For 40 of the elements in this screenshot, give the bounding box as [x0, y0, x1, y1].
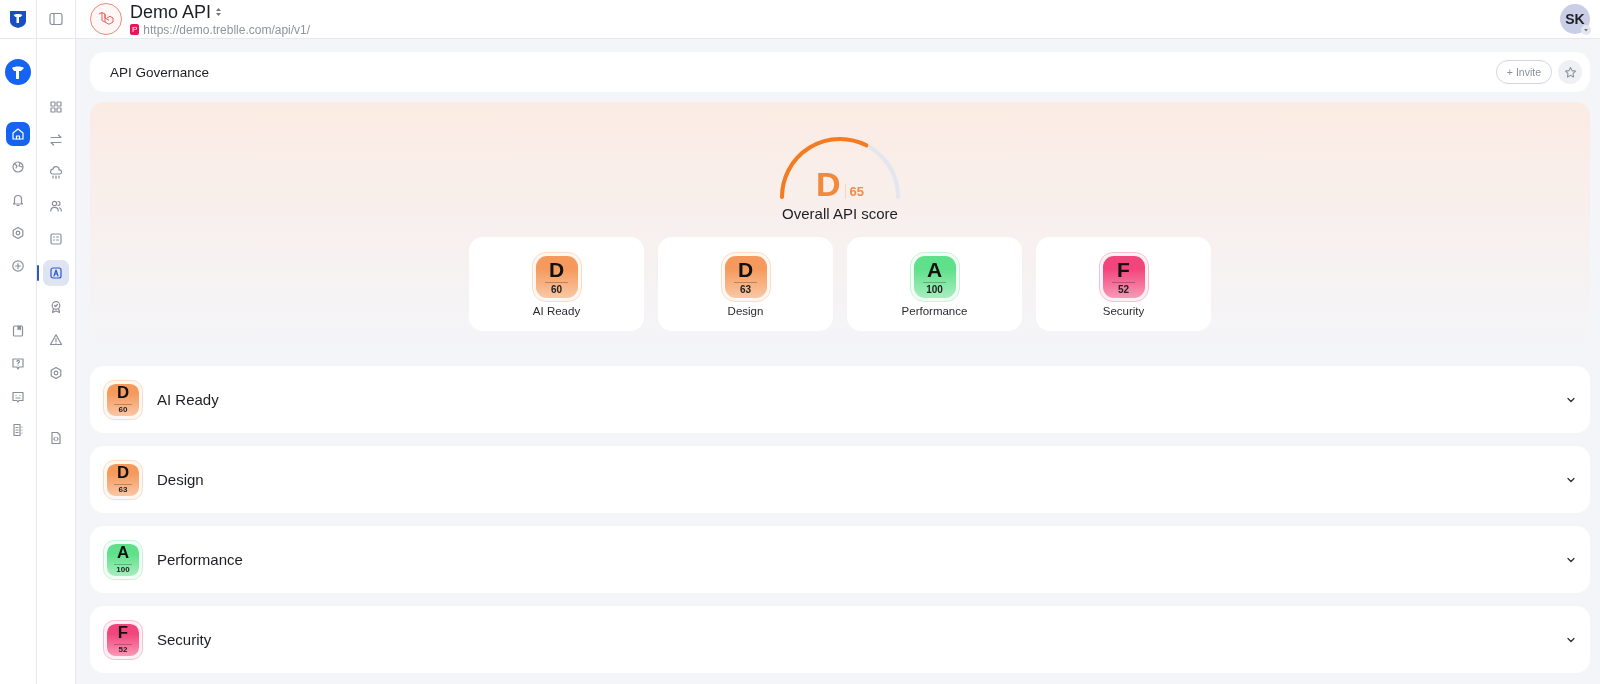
grade-score: 100: [116, 565, 130, 575]
grade-letter: D: [116, 384, 130, 402]
project-url: https://demo.treblle.com/api/v1/: [143, 22, 311, 37]
category-label: Performance: [901, 304, 968, 317]
grade-score: 60: [550, 283, 563, 295]
grade-letter: A: [926, 258, 943, 280]
category-label: Security: [1102, 304, 1145, 317]
grade-letter: D: [116, 464, 130, 482]
grade-score: 100: [926, 283, 943, 295]
grade-letter: D: [548, 258, 565, 280]
grade-score: 52: [118, 645, 128, 655]
section-title: Design: [157, 471, 205, 488]
grade-letter: F: [117, 624, 129, 642]
grade-score: 52: [1117, 283, 1130, 295]
overall-grade: D: [816, 167, 841, 201]
grade-letter: D: [737, 258, 754, 280]
section-header[interactable]: D 60 AI Ready: [90, 366, 1590, 433]
page-title: API Governance: [110, 64, 211, 80]
category-label: AI Ready: [532, 304, 581, 317]
section-title: AI Ready: [157, 391, 220, 408]
user-avatar[interactable]: SK: [1560, 4, 1590, 34]
section-header[interactable]: D 63 Design: [90, 446, 1590, 513]
category-card[interactable]: F 52 Security: [1036, 237, 1211, 331]
category-card[interactable]: A 100 Performance: [847, 237, 1022, 331]
grade-score: 60: [118, 405, 128, 415]
overall-score-label: Overall API score: [782, 205, 898, 222]
overall-score: 65: [844, 184, 864, 199]
project-name[interactable]: Demo API: [130, 1, 212, 22]
section-title: Performance: [157, 551, 244, 568]
section-header[interactable]: F 52 Security: [90, 606, 1590, 673]
project-badge: P: [130, 24, 140, 35]
category-card[interactable]: D 63 Design: [658, 237, 833, 331]
category-label: Design: [727, 304, 764, 317]
grade-letter: F: [1117, 258, 1130, 280]
section-header[interactable]: A 100 Performance: [90, 526, 1590, 593]
grade-letter: A: [116, 544, 130, 562]
section-title: Security: [157, 631, 213, 648]
grade-score: 63: [739, 283, 752, 295]
grade-score: 63: [118, 485, 128, 495]
category-card[interactable]: D 60 AI Ready: [469, 237, 644, 331]
